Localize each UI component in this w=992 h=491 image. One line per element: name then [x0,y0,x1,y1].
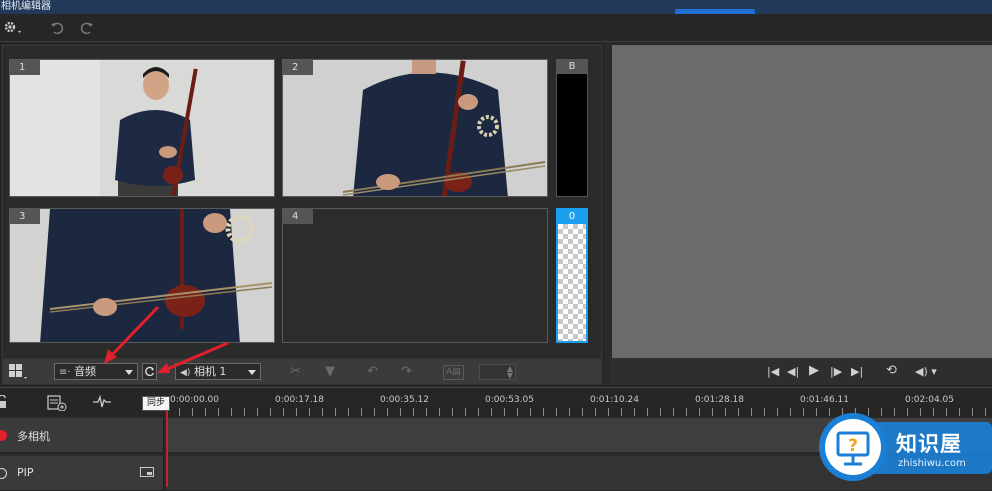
marker-icon[interactable]: ▼ [325,363,335,380]
add-track-icon[interactable] [47,395,67,415]
scissors-icon[interactable]: ✂ [290,363,301,380]
playhead[interactable] [166,398,168,487]
zhishiwu-watermark: ? 知识屋 zhishiwu.com [818,408,992,487]
track-name: 多相机 [17,430,50,443]
pip-icon[interactable] [140,467,156,482]
audio-wave-icon[interactable] [93,394,111,413]
rotate-left-icon[interactable]: ↶ [367,363,378,380]
skip-end-icon[interactable]: ▶| [851,364,863,380]
camera-number: 4 [283,209,313,224]
track-name: PIP [17,466,34,479]
transparency-checkerboard [558,224,586,341]
title-bar: 相机编辑器 [0,0,992,14]
undo-icon[interactable] [50,18,64,38]
skip-start-icon[interactable]: |◀ [767,364,779,380]
repeat-icon[interactable]: ⟲ [886,363,897,379]
camera-3-frame [10,209,274,342]
sync-source-value: 音频 [74,365,97,378]
chevron-down-icon [248,370,256,375]
transparent-slot[interactable]: 0 [556,208,588,343]
record-indicator-icon[interactable] [0,430,7,441]
camera-toolbar: ≡· 音频 ◀) 相机 1 ✂ ▼ ↶ ↷ A▤ ▲ ▼ [3,359,601,384]
step-forward-icon[interactable]: |▶ [830,364,842,380]
text-box-icon[interactable]: A▤ [443,365,464,380]
volume-icon[interactable]: ◀) ▾ [915,364,937,380]
audio-source-select[interactable]: ◀) 相机 1 [175,363,261,380]
redo-icon[interactable] [80,18,94,38]
track-header: 多相机 [0,418,164,453]
tick-label: 0:00:35.12 [380,395,430,405]
sync-tooltip: 同步 [142,396,170,411]
tick-label: 0:01:28.18 [695,395,745,405]
gear-icon[interactable] [2,18,24,38]
camera-number: 2 [283,60,313,75]
background-slot[interactable]: B [556,59,588,197]
camera-view-1[interactable]: 1 [9,59,275,197]
multicam-panel: 1 2 3 4 B 0 ≡· 音频 ◀) 相机 1 ✂ ▼ ↶ ↷ A▤ ▲ ▼ [0,43,604,386]
watermark-url: zhishiwu.com [898,458,966,469]
grid-layout-icon[interactable] [9,364,29,383]
track-header: PIP [0,456,164,491]
sync-icon [145,366,155,377]
sync-button[interactable] [142,363,157,380]
main-toolbar [0,14,992,42]
camera-view-4[interactable]: 4 [282,208,548,343]
tick-label: 0:01:46.11 [800,395,850,405]
camera-number: 3 [10,209,40,224]
speaker-icon: ◀) [180,368,191,378]
rotate-right-icon[interactable]: ↷ [401,363,412,380]
lock-icon[interactable] [0,394,7,413]
value-stepper[interactable]: ▲ ▼ [479,364,516,380]
tick-label: 0:00:00.00 [170,395,220,405]
tick-label: 0:01:10.24 [590,395,640,405]
track-toggle-icon[interactable] [0,468,7,479]
tick-label: 0:02:04.05 [905,395,955,405]
slot-label: B [557,60,587,74]
audio-source-value: 相机 1 [193,365,227,378]
camera-1-frame [10,60,274,196]
camera-view-3[interactable]: 3 [9,208,275,343]
camera-2-frame [283,60,547,196]
watermark-title: 知识屋 [896,432,962,456]
sync-source-select[interactable]: ≡· 音频 [54,363,138,380]
sync-mode-icon: ≡· [59,367,71,378]
tick-label: 0:00:17.18 [275,395,325,405]
camera-number: 1 [10,60,40,75]
svg-text:?: ? [848,436,858,456]
tick-label: 0:00:53.05 [485,395,535,405]
chevron-down-icon [125,370,133,375]
preview-window [612,45,992,358]
window-title: 相机编辑器 [1,1,51,12]
play-icon[interactable]: ▶ [809,363,819,379]
player-controls: |◀ ◀| ▶ |▶ ▶| ⟲ ◀) ▾ [610,358,992,386]
step-back-icon[interactable]: ◀| [787,364,799,380]
camera-grid: 1 2 3 4 B 0 [3,46,601,358]
camera-view-2[interactable]: 2 [282,59,548,197]
slot-label: 0 [558,210,586,224]
